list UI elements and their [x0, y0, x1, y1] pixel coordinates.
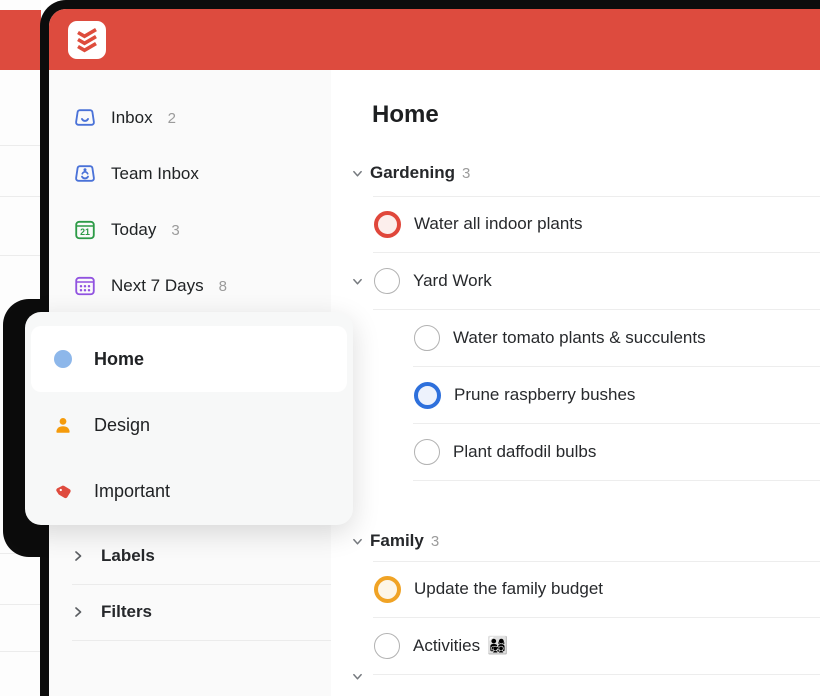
task-checkbox-priority-red[interactable] [374, 210, 401, 238]
section-header-family[interactable]: Family 3 [352, 528, 439, 554]
page-title: Home [372, 101, 439, 128]
popover-item-home[interactable]: Home [31, 326, 347, 392]
sidebar-group-filters[interactable]: Filters [72, 584, 331, 641]
sidebar-item-label: Inbox [111, 108, 153, 127]
team-inbox-icon [75, 165, 95, 182]
section-label: Family [370, 531, 424, 550]
subtask-row[interactable]: Prune raspberry bushes [413, 367, 820, 424]
chevron-down-icon [353, 170, 362, 177]
task-text: Water tomato plants & succulents [453, 328, 706, 347]
sidebar-item-inbox[interactable]: Inbox 2 [72, 90, 331, 146]
subtask-row[interactable]: Water tomato plants & succulents [413, 310, 820, 367]
person-icon [56, 418, 70, 433]
main-content: Home Gardening 3 Water all indoor plants… [331, 70, 820, 696]
family-emoji: 👨‍👩‍👧‍👦 [487, 636, 509, 655]
section-count: 3 [430, 532, 440, 550]
task-text: Water all indoor plants [414, 214, 583, 233]
chevron-down-icon[interactable] [352, 671, 363, 682]
sidebar-group-labels[interactable]: Labels [72, 528, 331, 585]
chevron-down-icon[interactable] [352, 276, 363, 287]
task-text: Yard Work [413, 271, 492, 290]
todoist-logo-icon[interactable] [68, 20, 106, 59]
popover-item-important[interactable]: Important [31, 458, 347, 524]
popover-item-label: Home [94, 348, 145, 369]
divider [0, 255, 41, 256]
sidebar-item-next-7-days[interactable]: Next 7 Days 8 [72, 258, 331, 314]
tag-icon [56, 485, 71, 499]
sidebar-item-label: Team Inbox [111, 164, 199, 183]
task-text: Plant daffodil bulbs [453, 442, 597, 461]
sidebar-item-today[interactable]: 21 Today 3 [72, 202, 331, 258]
task-row[interactable]: Update the family budget [373, 561, 820, 618]
sidebar-item-count: 3 [171, 221, 180, 239]
task-checkbox-priority-blue[interactable] [414, 381, 441, 409]
svg-text:21: 21 [80, 227, 90, 237]
projects-popover: Home Design Important [25, 312, 353, 525]
background-window-header [0, 10, 41, 70]
task-checkbox[interactable] [414, 439, 440, 465]
sidebar-group-label: Filters [101, 602, 153, 621]
project-dot-icon [54, 350, 72, 368]
sidebar-item-count: 2 [167, 109, 176, 127]
app-header [49, 9, 820, 70]
task-row[interactable]: Yard Work [373, 253, 820, 310]
sidebar-item-label: Next 7 Days [111, 276, 204, 295]
sidebar-item-label: Today [111, 220, 157, 239]
divider [0, 651, 41, 652]
chevron-right-icon [75, 551, 82, 561]
popover-item-label: Design [94, 414, 151, 435]
sidebar-item-team-inbox[interactable]: Team Inbox [72, 146, 331, 202]
task-checkbox[interactable] [374, 633, 400, 659]
chevron-right-icon [75, 607, 82, 617]
task-checkbox[interactable] [374, 268, 400, 294]
today-icon: 21 [75, 220, 95, 240]
divider [0, 196, 41, 197]
popover-item-label: Important [94, 480, 171, 501]
task-row[interactable]: Activities 👨‍👩‍👧‍👦 [373, 618, 820, 675]
section-header-gardening[interactable]: Gardening 3 [352, 160, 470, 186]
section-count: 3 [462, 164, 471, 182]
subtask-row[interactable]: Plant daffodil bulbs [413, 424, 820, 481]
popover-item-design[interactable]: Design [31, 392, 347, 458]
divider [0, 604, 41, 605]
section-label: Gardening [370, 163, 456, 182]
task-text: Activities [413, 636, 481, 655]
task-checkbox[interactable] [414, 325, 440, 351]
sidebar-item-count: 8 [218, 277, 227, 295]
divider [0, 145, 41, 146]
next-7-days-icon [75, 276, 95, 296]
sidebar-group-label: Labels [101, 546, 155, 565]
chevron-down-icon [353, 538, 362, 545]
task-checkbox-priority-orange[interactable] [374, 575, 401, 603]
inbox-icon [75, 109, 95, 126]
task-row[interactable]: Water all indoor plants [373, 196, 820, 253]
task-text: Update the family budget [414, 579, 604, 598]
task-text: Prune raspberry bushes [454, 385, 636, 404]
